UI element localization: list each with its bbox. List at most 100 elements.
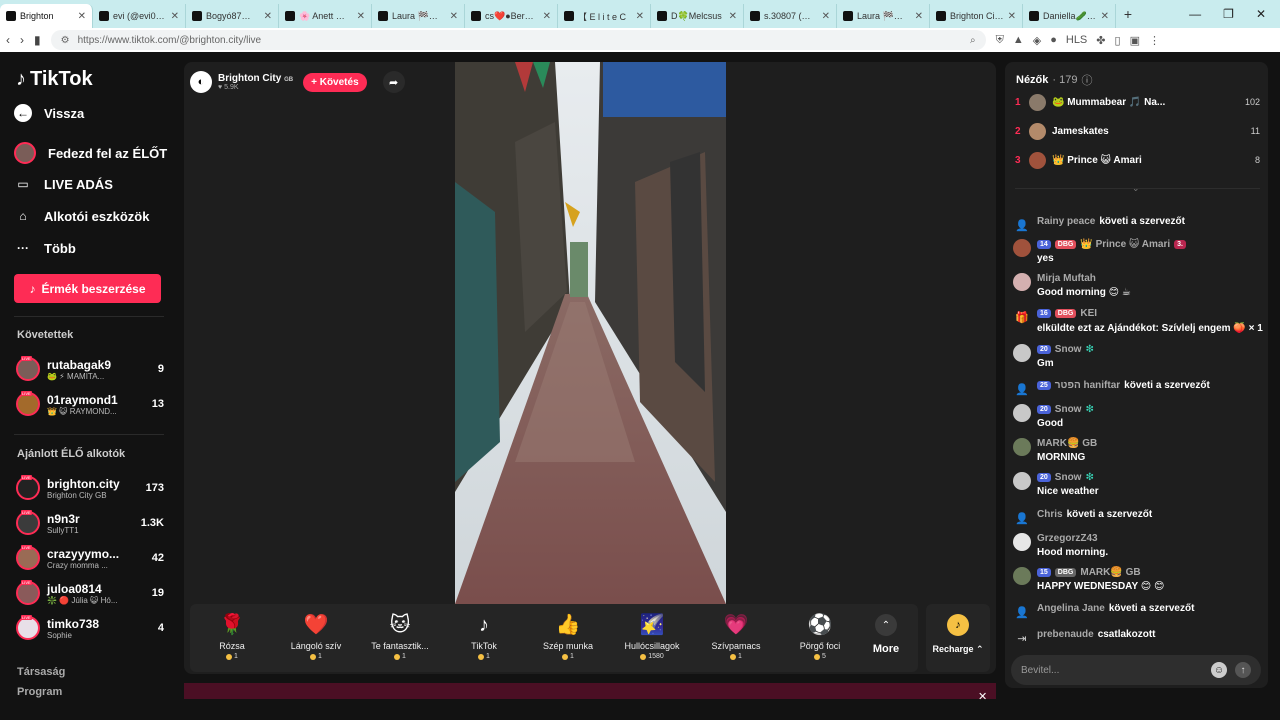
chevron-up-icon: ⌃ (875, 614, 897, 636)
close-tab-icon[interactable]: ✕ (729, 11, 737, 22)
emoji-icon[interactable]: ☺ (1211, 662, 1227, 678)
chat-message: ⇥ prebenaude csatlakozott (1013, 629, 1263, 647)
maximize-icon[interactable]: ❐ (1223, 7, 1234, 21)
gift-item[interactable]: 👍 Szép munka 1 (526, 604, 610, 672)
extension-icon[interactable]: HLS (1066, 34, 1087, 46)
gift-item[interactable]: ❤️ Lángoló szív 1 (274, 604, 358, 672)
sidebar-icon[interactable]: ▯ (1115, 34, 1121, 47)
tiktok-favicon-icon (192, 11, 202, 21)
back-nav-icon[interactable]: ‹ (6, 33, 10, 47)
close-tab-icon[interactable]: ✕ (171, 11, 179, 22)
close-tab-icon[interactable]: ✕ (636, 11, 644, 22)
top-viewer[interactable]: 3 👑 Prince 😺 Amari 8 (1015, 150, 1260, 170)
tiktok-logo[interactable]: ♪ TikTok (16, 68, 93, 91)
browser-tab[interactable]: Brighton City on✕ (930, 4, 1023, 28)
nav-explore-live[interactable]: Fedezd fel az ÉLŐT (14, 142, 167, 164)
following-account[interactable]: LIVE 01raymond1 👑 😺 RAYMOND... 13 (16, 389, 164, 419)
browser-tab[interactable]: cs❤️●Beréke🌹✕ (465, 4, 558, 28)
chat-message: 👤 Rainy peace követi a szervezőt (1013, 216, 1263, 234)
coin-icon (226, 653, 233, 660)
recommended-account[interactable]: LIVE timko738 Sophie 4 (16, 613, 164, 643)
extension-icon[interactable]: ● (1050, 34, 1057, 46)
new-tab-button[interactable]: + (1116, 6, 1140, 22)
viewers-header[interactable]: Nézők · 179 ⓘ (1016, 72, 1092, 88)
chat-input[interactable] (1021, 664, 1211, 676)
close-window-icon[interactable]: ✕ (1256, 7, 1266, 21)
recommended-account[interactable]: LIVE brighton.city Brighton City GB 173 (16, 473, 164, 503)
close-tab-icon[interactable]: ✕ (450, 11, 458, 22)
back-button[interactable]: ← Vissza (14, 104, 84, 122)
browser-tab[interactable]: Bogyó87🥒🥒 ✕ (186, 4, 279, 28)
gift-item[interactable]: 🐱 Te fantasztik... 1 (358, 604, 442, 672)
close-tab-icon[interactable]: ✕ (357, 11, 365, 22)
recommended-account[interactable]: LIVE n9n3r SullyTT1 1.3K (16, 508, 164, 538)
bookmark-icon[interactable]: ▮ (34, 33, 41, 47)
help-icon[interactable]: ⓘ (1081, 72, 1092, 88)
close-tab-icon[interactable]: ✕ (822, 11, 830, 22)
browser-tab[interactable]: Laura 🏁🚨🐍 F✕ (372, 4, 465, 28)
top-viewer[interactable]: 2 Jameskates 11 (1015, 121, 1260, 141)
gift-item[interactable]: ⚽ Pörgő foci 5 (778, 604, 862, 672)
avatar (1029, 122, 1046, 140)
snowflake-icon: ❇ (1085, 472, 1094, 483)
gift-item[interactable]: 🌠 Hullócsillagok 1580 (610, 604, 694, 672)
zoom-icon[interactable]: ⌕ (970, 35, 976, 46)
following-account[interactable]: LIVE rutabagak9 🐸 ⚡ MAMITA... 9 (16, 354, 164, 384)
address-bar[interactable]: ⚙ https://www.tiktok.com/@brighton.city/… (50, 30, 986, 50)
close-tab-icon[interactable]: ✕ (915, 11, 923, 22)
gift-item[interactable]: 🌹 Rózsa 1 (190, 604, 274, 672)
recommended-account[interactable]: LIVE crazyyymo... Crazy momma ... 42 (16, 543, 164, 573)
coin-icon (310, 653, 317, 660)
close-tab-icon[interactable]: ✕ (1008, 11, 1016, 22)
recommended-account[interactable]: LIVE juloa0814 ❇️ 🔴 Júlia 😺 Hó... 19 (16, 578, 164, 608)
shield-icon[interactable]: ⛨ (996, 34, 1004, 47)
tiktok-favicon-icon (378, 11, 388, 21)
get-coins-button[interactable]: ♪ Érmék beszerzése (14, 274, 161, 303)
close-tab-icon[interactable]: ✕ (1101, 11, 1109, 22)
nav-creator-tools[interactable]: ⌂ Alkotói eszközök (14, 207, 149, 225)
footer-link-company[interactable]: Társaság (17, 666, 65, 678)
tiktok-favicon-icon (843, 11, 853, 21)
host-info: ◐ Brighton City GB ♥ 5.9K + Követés ➦ (190, 70, 405, 94)
more-gifts-button[interactable]: ⌃ More (868, 604, 904, 672)
chat-message: GrzegorzZ43 Hood morning. (1013, 533, 1263, 558)
footer-link-program[interactable]: Program (17, 686, 62, 698)
gift-item[interactable]: ♪ TikTok 1 (442, 604, 526, 672)
browser-tab[interactable]: D🍀Melcsus ✕ (651, 4, 744, 28)
extension-icon[interactable]: ◈ (1033, 34, 1041, 47)
close-tab-icon[interactable]: ✕ (264, 11, 272, 22)
host-name[interactable]: Brighton City GB (218, 73, 293, 84)
top-viewer[interactable]: 1 🐸 Mummabear 🎵 Na... 102 (1015, 92, 1260, 112)
chat-message: 20 Snow ❇ Nice weather (1013, 472, 1263, 497)
host-likes: ♥ 5.9K (218, 84, 239, 91)
nav-live-studio[interactable]: ▭ LIVE ADÁS (14, 175, 113, 193)
send-icon[interactable]: ↑ (1235, 662, 1251, 678)
forward-nav-icon[interactable]: › (20, 33, 24, 47)
browser-tab[interactable]: Laura 🏁🚨🐍 F✕ (837, 4, 930, 28)
coin-icon (640, 653, 647, 660)
puzzle-icon[interactable]: ✤ (1096, 34, 1105, 47)
close-tab-icon[interactable]: ✕ (543, 11, 551, 22)
browser-tab[interactable]: evi (@evi0013d✕ (93, 4, 186, 28)
close-icon[interactable]: ✕ (978, 690, 987, 703)
browser-tab[interactable]: s.30807 (@s.30✕ (744, 4, 837, 28)
minimize-icon[interactable]: — (1189, 7, 1201, 21)
follow-button[interactable]: + Követés (303, 72, 367, 92)
site-settings-icon[interactable]: ⚙ (61, 35, 70, 46)
wallet-icon[interactable]: ▣ (1130, 34, 1140, 47)
host-avatar[interactable]: ◐ (190, 71, 212, 93)
bottom-banner[interactable] (184, 683, 996, 699)
gift-item[interactable]: 💗 Szívpamacs 1 (694, 604, 778, 672)
browser-tab[interactable]: Daniella🥒🥒 ✕ (1023, 4, 1116, 28)
recharge-button[interactable]: ♪ Recharge ⌃ (926, 604, 990, 672)
warning-icon[interactable]: ▲ (1013, 34, 1024, 46)
nav-more[interactable]: ··· Több (14, 239, 76, 257)
browser-tab[interactable]: 🌸 Anett ♡ 🌸 ✕ (279, 4, 372, 28)
close-tab-icon[interactable]: ✕ (78, 11, 86, 22)
share-icon[interactable]: ➦ (382, 71, 405, 93)
browser-tab[interactable]: Brighton ✕ (0, 4, 93, 28)
menu-icon[interactable]: ⋮ (1149, 34, 1160, 47)
live-video[interactable] (455, 62, 726, 604)
browser-tab[interactable]: 【 E l i t e C ✕ (558, 4, 651, 28)
divider (14, 434, 164, 435)
